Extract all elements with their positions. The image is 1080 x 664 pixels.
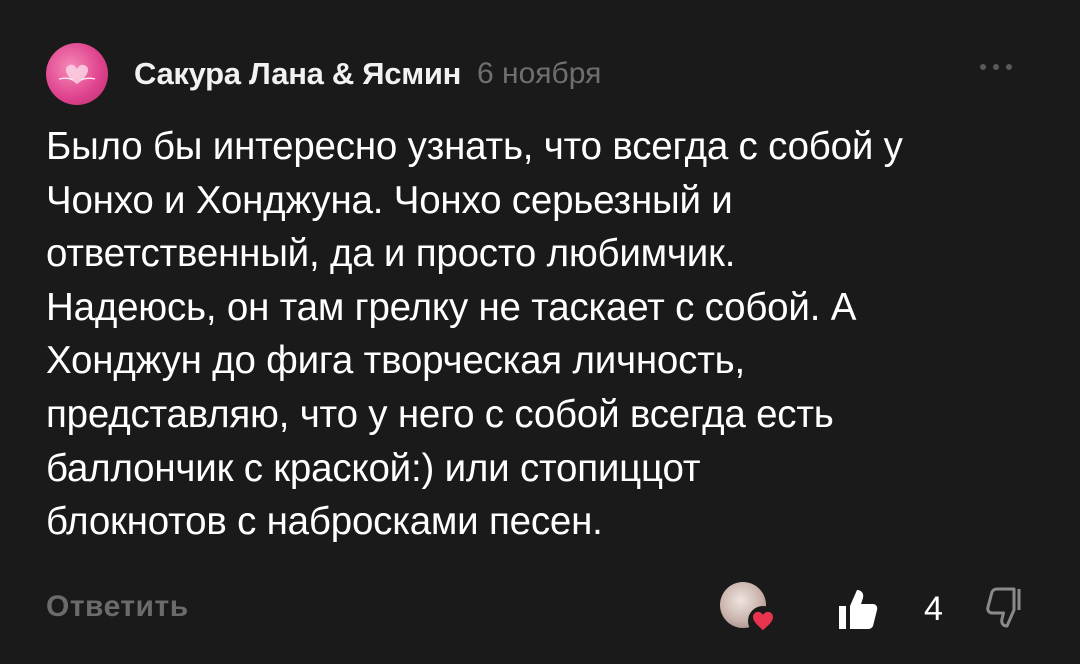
more-dot — [980, 64, 986, 70]
author-avatar[interactable] — [46, 43, 108, 105]
comment-date: 6 ноября — [477, 57, 602, 90]
thumbs-down-icon[interactable] — [984, 586, 1028, 632]
more-options-button[interactable] — [980, 64, 1012, 70]
comment-card: Сакура Лана & Ясмин 6 ноября Было бы инт… — [0, 0, 1080, 664]
heart-icon — [748, 606, 778, 636]
like-count: 4 — [924, 590, 943, 628]
comment-header: Сакура Лана & Ясмин 6 ноября — [46, 43, 1036, 105]
author-reaction — [720, 582, 778, 636]
thumbs-up-icon[interactable] — [836, 586, 880, 632]
reply-button[interactable]: Ответить — [46, 590, 189, 624]
author-name[interactable]: Сакура Лана & Ясмин — [134, 56, 461, 92]
comment-text: Было бы интересно узнать, что всегда с с… — [46, 125, 903, 544]
more-dot — [1006, 64, 1012, 70]
comment-actions: Ответить 4 — [46, 578, 1046, 638]
avatar-logo — [55, 59, 99, 89]
more-dot — [993, 64, 999, 70]
